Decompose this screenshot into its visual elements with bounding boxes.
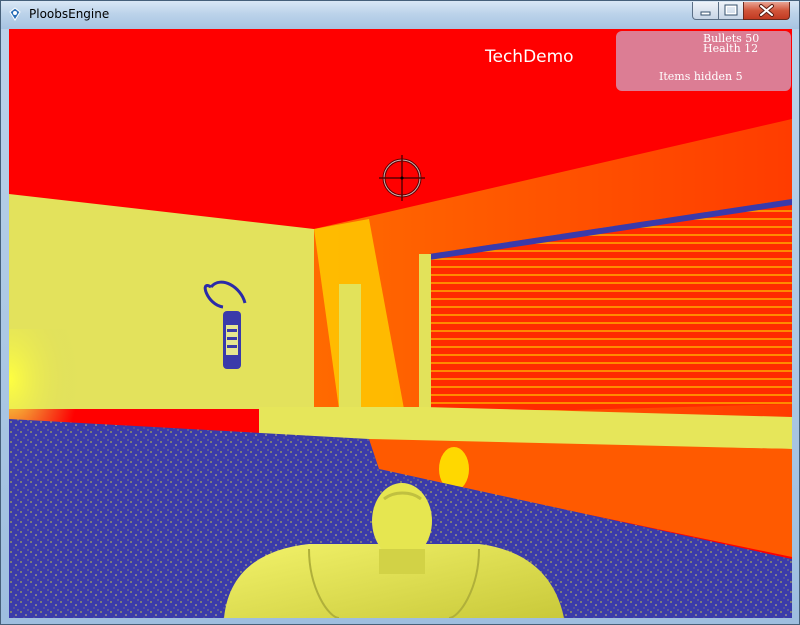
title-bar[interactable]: PloobsEngine [1,1,799,29]
maximize-button[interactable] [718,2,744,20]
wall-light [9,329,79,429]
maximize-icon [724,4,738,16]
items-hidden-counter: Items hidden 5 [659,70,743,83]
window-title: PloobsEngine [29,7,110,21]
pillar [339,284,361,409]
game-scene [9,29,792,618]
close-button[interactable] [743,2,790,20]
window-post [419,254,431,419]
minimize-icon [700,11,711,16]
minimize-button[interactable] [692,2,719,20]
hud-title: TechDemo [485,47,574,67]
health-counter: Health 12 [703,42,759,55]
close-icon [759,4,774,17]
game-window: PloobsEngine TechDemo Bullets 50 Health … [0,0,800,625]
app-icon [9,7,21,21]
stats-panel: Bullets 50 Health 12 Items hidden 5 [616,31,791,91]
game-viewport[interactable]: TechDemo Bullets 50 Health 12 Items hidd… [9,29,792,618]
